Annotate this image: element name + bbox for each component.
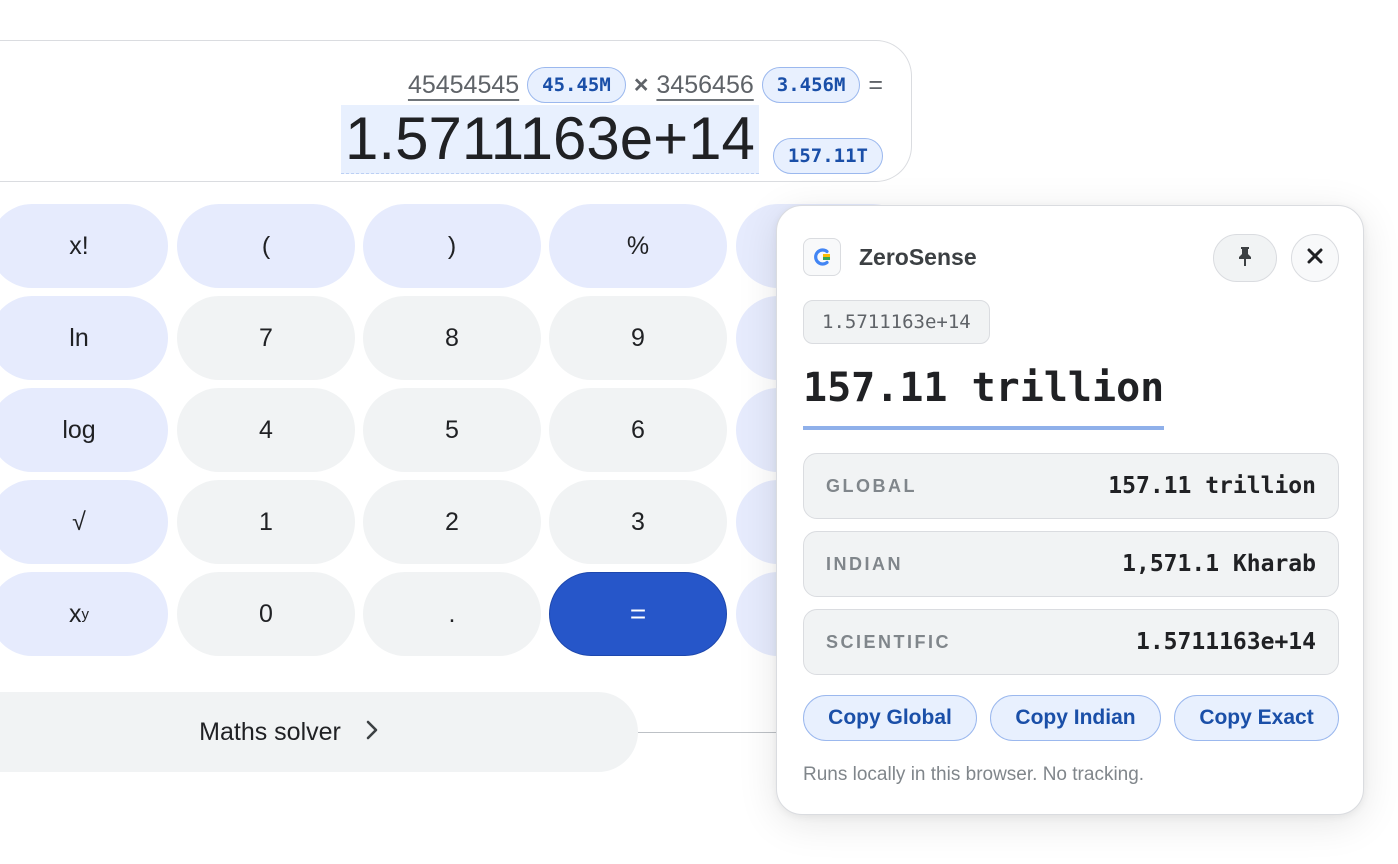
digit-1-key[interactable]: 1 — [177, 480, 355, 564]
digit-5-key[interactable]: 5 — [363, 388, 541, 472]
privacy-footnote: Runs locally in this browser. No trackin… — [803, 764, 1145, 785]
digit-4-key[interactable]: 4 — [177, 388, 355, 472]
indian-value: 1,571.1 Kharab — [1122, 551, 1316, 577]
brand-name: ZeroSense — [859, 244, 977, 270]
copy-indian-button[interactable]: Copy Indian — [990, 695, 1161, 741]
power-key-base: x — [69, 599, 82, 628]
digit-0-key[interactable]: 0 — [177, 572, 355, 656]
ln-key[interactable]: ln — [0, 296, 168, 380]
power-key[interactable]: xy — [0, 572, 168, 656]
digit-6-key[interactable]: 6 — [549, 388, 727, 472]
open-paren-key[interactable]: ( — [177, 204, 355, 288]
close-paren-key[interactable]: ) — [363, 204, 541, 288]
scientific-value: 1.5711163e+14 — [1135, 629, 1316, 655]
result-value[interactable]: 1.5711163e+14 — [341, 105, 759, 174]
calculator-display: 45454545 45.45M × 3456456 3.456M = 1.571… — [0, 40, 912, 182]
percent-key[interactable]: % — [549, 204, 727, 288]
solver-divider — [638, 732, 788, 733]
close-button[interactable] — [1291, 234, 1339, 282]
digit-8-key[interactable]: 8 — [363, 296, 541, 380]
expression-row: 45454545 45.45M × 3456456 3.456M = — [408, 67, 883, 103]
sqrt-key[interactable]: √ — [0, 480, 168, 564]
pin-button[interactable] — [1213, 234, 1277, 282]
operand-2[interactable]: 3456456 — [656, 71, 753, 100]
log-key[interactable]: log — [0, 388, 168, 472]
zerosense-panel: ZeroSense 1.5711163e+14 157.11 trillion … — [776, 205, 1364, 815]
maths-solver-button[interactable]: Maths solver — [0, 692, 638, 772]
maths-solver-label: Maths solver — [199, 717, 341, 746]
digit-3-key[interactable]: 3 — [549, 480, 727, 564]
result-row: 1.5711163e+14 157.11T — [341, 105, 883, 174]
digit-2-key[interactable]: 2 — [363, 480, 541, 564]
operator: × — [633, 70, 649, 99]
equals-sign: = — [868, 70, 883, 99]
digit-7-key[interactable]: 7 — [177, 296, 355, 380]
input-value-chip: 1.5711163e+14 — [803, 300, 990, 344]
global-label: GLOBAL — [826, 475, 917, 496]
decimal-key[interactable]: . — [363, 572, 541, 656]
global-value: 157.11 trillion — [1108, 473, 1316, 499]
power-key-exponent: y — [81, 605, 90, 623]
close-icon — [1306, 247, 1324, 270]
operand-1-chip: 45.45M — [527, 67, 626, 103]
indian-row: INDIAN 1,571.1 Kharab — [803, 531, 1339, 597]
chevron-right-icon — [365, 717, 379, 748]
operand-2-chip: 3.456M — [761, 67, 861, 103]
scientific-row: SCIENTIFIC 1.5711163e+14 — [803, 609, 1339, 675]
headline-value: 157.11 trillion — [803, 362, 1165, 430]
pin-icon — [1236, 245, 1254, 272]
operand-1[interactable]: 45454545 — [408, 71, 519, 100]
zerosense-logo-icon — [803, 238, 841, 276]
factorial-key[interactable]: x! — [0, 204, 168, 288]
copy-exact-button[interactable]: Copy Exact — [1174, 695, 1339, 741]
equals-key[interactable]: = — [549, 572, 727, 656]
copy-global-button[interactable]: Copy Global — [803, 695, 977, 741]
indian-label: INDIAN — [826, 553, 903, 574]
digit-9-key[interactable]: 9 — [549, 296, 727, 380]
scientific-label: SCIENTIFIC — [826, 631, 952, 652]
result-chip: 157.11T — [772, 138, 883, 174]
global-row: GLOBAL 157.11 trillion — [803, 453, 1339, 519]
